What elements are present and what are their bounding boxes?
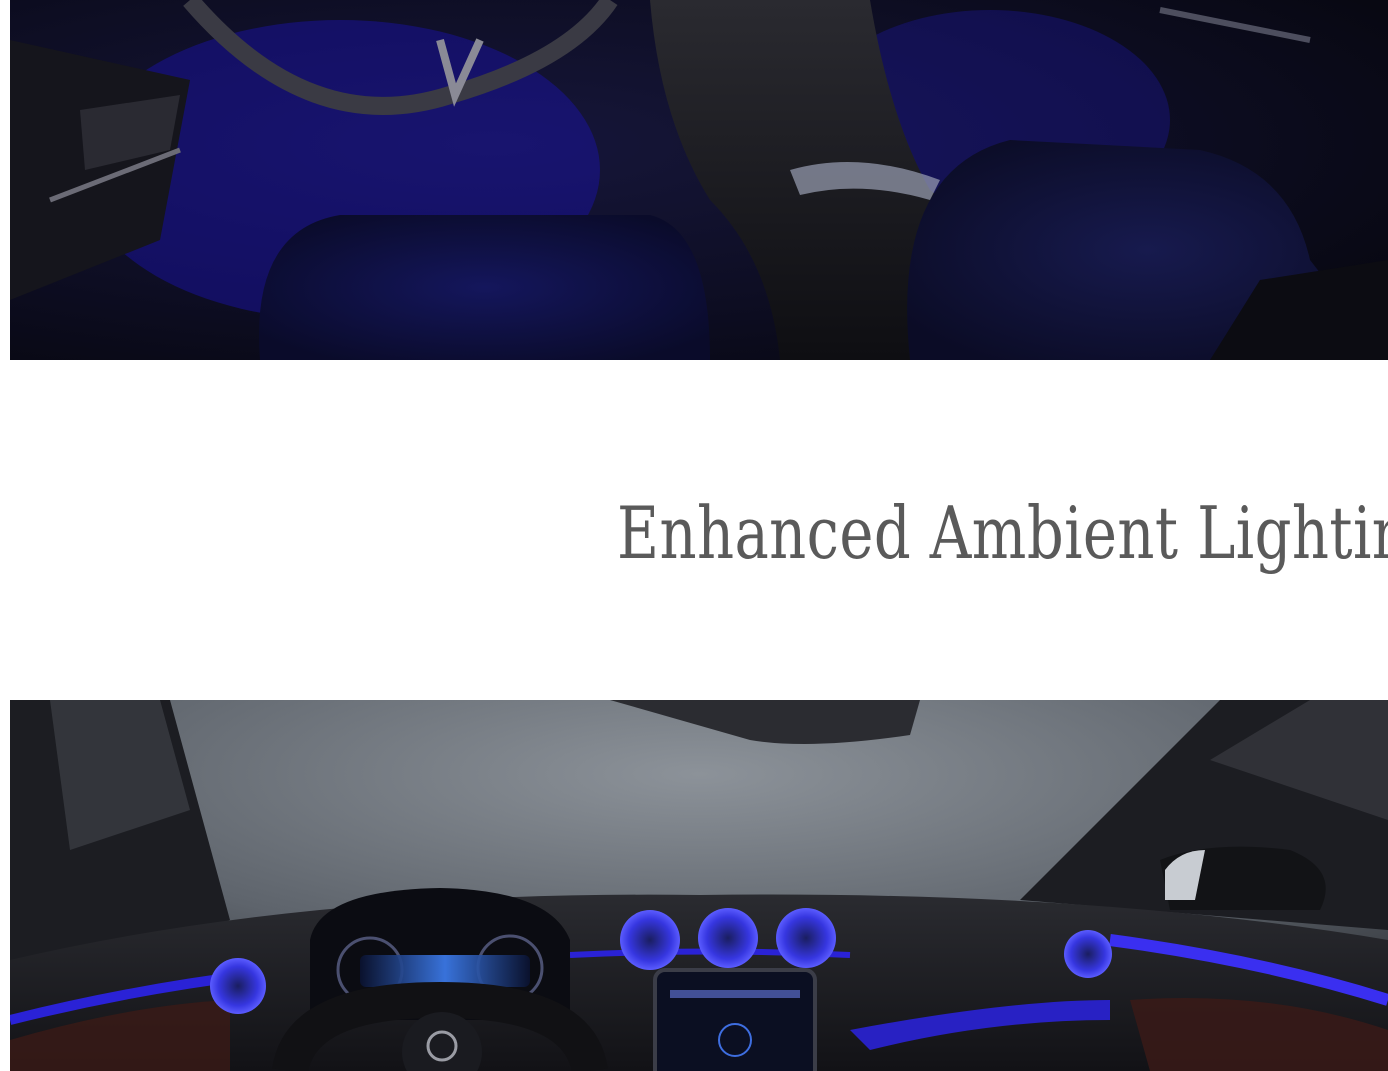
car-interior-rear-seats-icon	[10, 0, 1388, 360]
interior-photo-bottom	[10, 700, 1388, 1071]
interior-photo-top	[10, 0, 1388, 360]
page: Enhanced Ambient Lighting	[0, 0, 1388, 1071]
section-heading: Enhanced Ambient Lighting	[617, 491, 1388, 575]
car-dashboard-ambient-lighting-icon	[10, 700, 1388, 1071]
